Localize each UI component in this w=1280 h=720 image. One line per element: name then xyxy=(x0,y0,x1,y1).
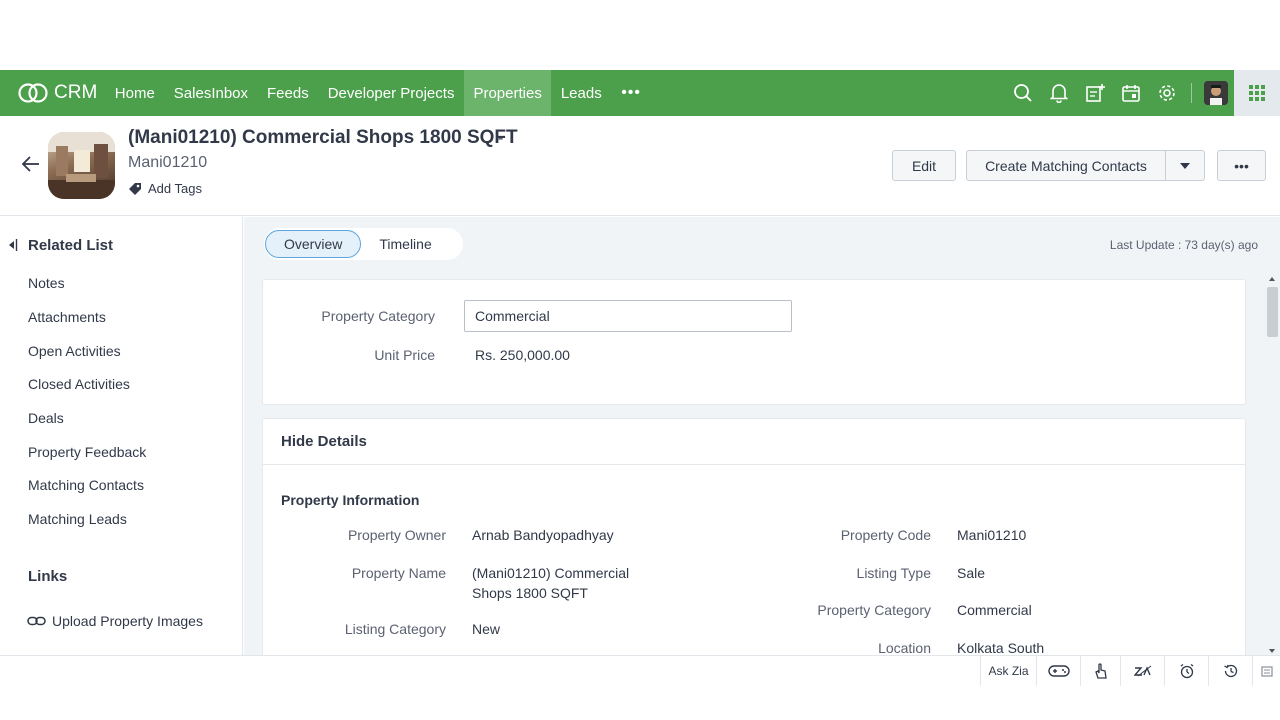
view-tabs: Overview Timeline xyxy=(264,228,463,260)
user-avatar-button[interactable] xyxy=(1198,81,1234,105)
top-navigation-bar: CRM Home SalesInbox Feeds Developer Proj… xyxy=(0,70,1280,116)
zia-signature-icon[interactable] xyxy=(1120,656,1164,686)
caret-down-icon xyxy=(1180,162,1190,169)
add-tags-button[interactable]: Add Tags xyxy=(128,181,202,196)
create-matching-dropdown-button[interactable] xyxy=(1165,150,1205,181)
nav-more-button[interactable]: ••• xyxy=(611,70,651,116)
links-title: Links xyxy=(28,568,68,585)
notes-panel-icon[interactable] xyxy=(1252,656,1280,686)
gear-icon[interactable] xyxy=(1149,83,1185,103)
sidebar-item-attachments[interactable]: Attachments xyxy=(28,309,106,325)
edit-button[interactable]: Edit xyxy=(892,150,956,181)
nav-properties[interactable]: Properties xyxy=(463,70,552,116)
property-image xyxy=(48,132,115,199)
property-owner-value[interactable]: Arnab Bandyopadhyay xyxy=(472,527,614,543)
tag-icon xyxy=(129,182,141,195)
upload-property-images-link[interactable]: Upload Property Images xyxy=(27,613,203,629)
ask-zia-button[interactable]: Ask Zia xyxy=(980,656,1036,686)
sidebar-item-closed-activities[interactable]: Closed Activities xyxy=(28,376,130,392)
history-icon[interactable] xyxy=(1208,656,1252,686)
sidebar-item-notes[interactable]: Notes xyxy=(28,275,65,291)
nav-feeds[interactable]: Feeds xyxy=(258,70,319,116)
property-category-detail-label: Property Category xyxy=(817,602,931,618)
property-name-label: Property Name xyxy=(351,565,446,581)
property-code-label: Property Code xyxy=(840,527,931,543)
footer-actions: Ask Zia xyxy=(980,656,1280,686)
apps-grid-icon[interactable] xyxy=(1234,70,1280,116)
gamepad-icon[interactable] xyxy=(1036,656,1080,686)
avatar xyxy=(1204,81,1228,105)
more-actions-button[interactable]: ••• xyxy=(1217,150,1266,181)
collapse-sidebar-icon[interactable] xyxy=(8,238,18,257)
nav-leads[interactable]: Leads xyxy=(551,70,611,116)
create-matching-contacts-button[interactable]: Create Matching Contacts xyxy=(966,150,1166,181)
hide-details-toggle[interactable]: Hide Details xyxy=(263,419,1245,465)
property-category-field[interactable]: Commercial xyxy=(464,300,792,332)
nav-developer-projects[interactable]: Developer Projects xyxy=(318,70,464,116)
link-icon xyxy=(27,616,46,626)
scrollbar-thumb[interactable] xyxy=(1267,287,1278,337)
property-owner-label: Property Owner xyxy=(347,527,446,543)
topbar-actions xyxy=(1005,70,1234,116)
main-nav: Home SalesInbox Feeds Developer Projects… xyxy=(105,70,651,116)
unit-price-label: Unit Price xyxy=(374,347,435,363)
tab-timeline[interactable]: Timeline xyxy=(361,230,449,258)
details-card: Hide Details Property Information Proper… xyxy=(262,418,1246,655)
nav-home[interactable]: Home xyxy=(105,70,164,116)
back-arrow-icon[interactable] xyxy=(21,156,40,177)
property-information-heading: Property Information xyxy=(281,492,420,508)
listing-category-value: New xyxy=(472,621,501,637)
add-note-icon[interactable] xyxy=(1077,83,1113,103)
page-title: (Mani01210) Commercial Shops 1800 SQFT xyxy=(128,127,518,148)
listing-type-label: Listing Type xyxy=(856,565,931,581)
brand-label: CRM xyxy=(54,82,98,103)
property-category-detail-value: Commercial xyxy=(957,602,1032,618)
record-subtitle: Mani01210 xyxy=(128,154,208,171)
summary-card: Property Category Commercial Unit Price … xyxy=(262,279,1246,405)
sidebar-item-matching-leads[interactable]: Matching Leads xyxy=(28,511,127,527)
related-list-sidebar: Related List Notes Attachments Open Acti… xyxy=(0,217,243,655)
topbar-divider xyxy=(1191,83,1192,103)
property-name-value-line2: Shops 1800 SQFT xyxy=(472,585,588,601)
unit-price-value: Rs. 250,000.00 xyxy=(475,347,570,363)
listing-type-value: Sale xyxy=(957,565,986,581)
sidebar-item-property-feedback[interactable]: Property Feedback xyxy=(28,444,146,460)
add-tags-label: Add Tags xyxy=(148,181,202,196)
crm-logo[interactable]: CRM xyxy=(18,82,97,104)
listing-category-label: Listing Category xyxy=(344,621,446,637)
scroll-up-icon[interactable] xyxy=(1269,277,1275,281)
upload-property-images-label: Upload Property Images xyxy=(52,613,203,629)
tab-overview[interactable]: Overview xyxy=(265,230,362,258)
last-update-text: Last Update : 73 day(s) ago xyxy=(1109,238,1258,252)
sidebar-item-matching-contacts[interactable]: Matching Contacts xyxy=(28,477,144,493)
location-value: Kolkata South xyxy=(957,640,1045,655)
record-detail-main: Overview Timeline Last Update : 73 day(s… xyxy=(244,217,1280,655)
crm-logo-icon xyxy=(18,83,48,103)
nav-salesinbox[interactable]: SalesInbox xyxy=(164,70,257,116)
title-separator: - xyxy=(498,130,504,147)
property-code-value: Mani01210 xyxy=(957,527,1027,543)
scroll-down-icon[interactable] xyxy=(1269,649,1275,653)
alarm-clock-icon[interactable] xyxy=(1164,656,1208,686)
calendar-icon[interactable] xyxy=(1113,83,1149,103)
sidebar-item-deals[interactable]: Deals xyxy=(28,410,64,426)
related-list-title: Related List xyxy=(28,237,114,254)
sidebar-item-open-activities[interactable]: Open Activities xyxy=(28,343,121,359)
footer-toolbar: Ask Zia xyxy=(0,655,1280,686)
search-icon[interactable] xyxy=(1005,83,1041,103)
property-category-label: Property Category xyxy=(321,308,435,324)
property-name-value: (Mani01210) Commercial xyxy=(472,565,630,581)
location-label: Location xyxy=(878,640,931,655)
touch-icon[interactable] xyxy=(1080,656,1120,686)
record-header: (Mani01210) Commercial Shops 1800 SQFT -… xyxy=(0,116,1280,216)
bell-icon[interactable] xyxy=(1041,83,1077,103)
